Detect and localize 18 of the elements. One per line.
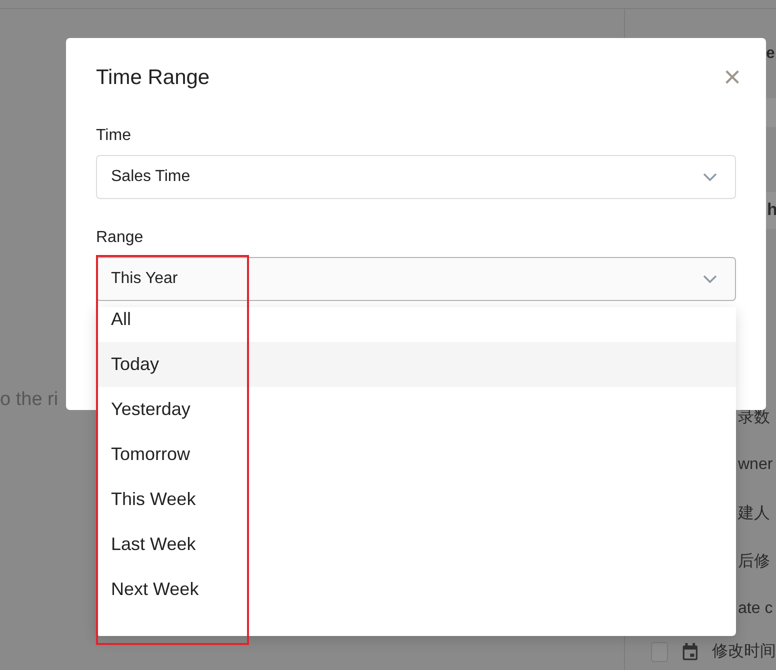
calendar-icon — [682, 640, 698, 662]
panel-heading: e — [766, 44, 775, 63]
field-label: Time — [96, 126, 132, 146]
dropdown-option[interactable]: All — [96, 307, 736, 342]
field-label: wner — [738, 456, 773, 474]
field-label: 后修 — [738, 552, 770, 572]
select-field[interactable]: Sales Time — [96, 155, 736, 199]
field-label: ate c — [738, 600, 773, 618]
chevron-down-icon — [703, 274, 717, 284]
select-field[interactable]: This Year — [96, 257, 736, 301]
field-label: Range — [96, 228, 144, 248]
field-label: 建人 — [738, 504, 770, 524]
dialog-title: Time Range — [96, 66, 210, 90]
field-label: 修改时间 — [712, 642, 776, 662]
chevron-down-icon — [703, 172, 717, 182]
row-label: h — [767, 200, 776, 220]
dropdown-option[interactable]: Today — [96, 342, 736, 387]
checkbox[interactable] — [651, 642, 668, 662]
